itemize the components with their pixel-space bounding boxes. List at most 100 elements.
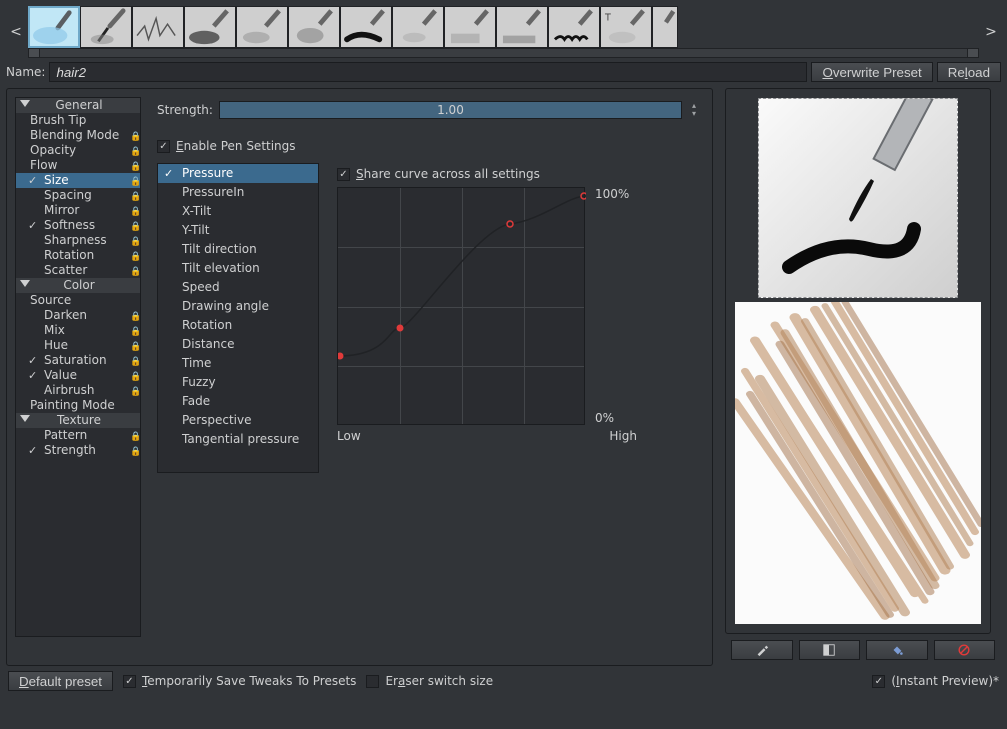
tree-item[interactable]: ✓Saturation🔒 xyxy=(16,353,140,368)
settings-tree[interactable]: GeneralBrush TipBlending Mode🔒Opacity🔒Fl… xyxy=(15,97,141,637)
tree-group-header[interactable]: Texture xyxy=(16,413,140,428)
sensor-item[interactable]: Time xyxy=(158,354,318,373)
strength-slider[interactable]: 1.00 xyxy=(219,101,682,119)
enable-pen-checkbox[interactable]: ✓ Enable Pen Settings xyxy=(157,139,296,153)
brush-thumb[interactable]: T xyxy=(600,6,652,48)
preset-name-input[interactable] xyxy=(49,62,807,82)
brush-thumb[interactable] xyxy=(28,6,80,48)
lock-icon: 🔒 xyxy=(130,175,138,185)
brush-thumb[interactable] xyxy=(288,6,340,48)
share-curve-checkbox[interactable]: ✓ Share curve across all settings xyxy=(337,167,540,181)
curve-xmax: High xyxy=(609,429,637,443)
lock-icon: 🔒 xyxy=(130,145,138,155)
brush-next[interactable]: > xyxy=(983,24,999,40)
tree-item[interactable]: Painting Mode xyxy=(16,398,140,413)
curve-ymin: 0% xyxy=(595,411,629,425)
sensor-item[interactable]: Drawing angle xyxy=(158,297,318,316)
brush-thumb[interactable] xyxy=(496,6,548,48)
lock-icon: 🔒 xyxy=(130,310,138,320)
strength-spinner[interactable]: ▴▾ xyxy=(688,102,700,118)
tree-item[interactable]: Scatter🔒 xyxy=(16,263,140,278)
brush-thumb[interactable] xyxy=(444,6,496,48)
sensor-item[interactable]: Perspective xyxy=(158,411,318,430)
clear-tool-icon[interactable] xyxy=(934,640,996,660)
brush-scrollbar[interactable] xyxy=(28,48,979,58)
lock-icon: 🔒 xyxy=(130,160,138,170)
lock-icon: 🔒 xyxy=(130,250,138,260)
sensor-item[interactable]: Y-Tilt xyxy=(158,221,318,240)
sensor-item[interactable]: Fuzzy xyxy=(158,373,318,392)
brush-thumbnails: T xyxy=(28,6,979,48)
sensor-item[interactable]: PressureIn xyxy=(158,183,318,202)
lock-icon: 🔒 xyxy=(130,205,138,215)
sensor-item[interactable]: Tilt direction xyxy=(158,240,318,259)
sensor-item[interactable]: Tilt elevation xyxy=(158,259,318,278)
instant-preview-checkbox[interactable]: ✓ (Instant Preview)* xyxy=(872,674,999,688)
tree-item[interactable]: Darken🔒 xyxy=(16,308,140,323)
tree-item[interactable]: Spacing🔒 xyxy=(16,188,140,203)
tree-group-header[interactable]: General xyxy=(16,98,140,113)
lock-icon: 🔒 xyxy=(130,340,138,350)
overwrite-preset-button[interactable]: Overwrite Preset xyxy=(811,62,932,82)
tree-item[interactable]: ✓Strength🔒 xyxy=(16,443,140,458)
gradient-tool-icon[interactable] xyxy=(799,640,861,660)
brush-thumb[interactable] xyxy=(340,6,392,48)
temp-save-checkbox[interactable]: ✓ Temporarily Save Tweaks To Presets xyxy=(123,674,356,688)
name-label: Name: xyxy=(6,65,45,79)
lock-icon: 🔒 xyxy=(130,265,138,275)
lock-icon: 🔒 xyxy=(130,385,138,395)
fill-tool-icon[interactable] xyxy=(866,640,928,660)
lock-icon: 🔒 xyxy=(130,130,138,140)
tree-item[interactable]: Flow🔒 xyxy=(16,158,140,173)
tree-item[interactable]: ✓Softness🔒 xyxy=(16,218,140,233)
tree-item[interactable]: Airbrush🔒 xyxy=(16,383,140,398)
sensor-item[interactable]: Speed xyxy=(158,278,318,297)
lock-icon: 🔒 xyxy=(130,445,138,455)
tree-item[interactable]: Sharpness🔒 xyxy=(16,233,140,248)
curve-xmin: Low xyxy=(337,429,361,443)
brush-tool-icon[interactable] xyxy=(731,640,793,660)
lock-icon: 🔒 xyxy=(130,370,138,380)
sensor-item[interactable]: ✓Pressure xyxy=(158,164,318,183)
lock-icon: 🔒 xyxy=(130,355,138,365)
sensor-item[interactable]: Tangential pressure xyxy=(158,430,318,449)
brush-thumb[interactable] xyxy=(548,6,600,48)
reload-button[interactable]: Reload xyxy=(937,62,1001,82)
sensor-item[interactable]: Distance xyxy=(158,335,318,354)
curve-ymax: 100% xyxy=(595,187,629,201)
tree-item[interactable]: Blending Mode🔒 xyxy=(16,128,140,143)
brush-tip-preview xyxy=(758,98,958,298)
tree-item[interactable]: Pattern🔒 xyxy=(16,428,140,443)
tree-item[interactable]: Opacity🔒 xyxy=(16,143,140,158)
sensor-item[interactable]: Rotation xyxy=(158,316,318,335)
tree-item[interactable]: Brush Tip xyxy=(16,113,140,128)
tree-group-header[interactable]: Color xyxy=(16,278,140,293)
lock-icon: 🔒 xyxy=(130,190,138,200)
tree-item[interactable]: Hue🔒 xyxy=(16,338,140,353)
brush-prev[interactable]: < xyxy=(8,24,24,40)
sensor-list[interactable]: ✓PressurePressureInX-TiltY-TiltTilt dire… xyxy=(157,163,319,473)
sensor-item[interactable]: X-Tilt xyxy=(158,202,318,221)
sensor-item[interactable]: Fade xyxy=(158,392,318,411)
lock-icon: 🔒 xyxy=(130,430,138,440)
curve-editor[interactable] xyxy=(337,187,585,425)
brush-thumb[interactable] xyxy=(184,6,236,48)
brush-thumb[interactable] xyxy=(652,6,678,48)
tree-item[interactable]: Mirror🔒 xyxy=(16,203,140,218)
svg-text:T: T xyxy=(604,12,611,23)
tree-item[interactable]: Mix🔒 xyxy=(16,323,140,338)
brush-thumb[interactable] xyxy=(236,6,288,48)
tree-item[interactable]: Rotation🔒 xyxy=(16,248,140,263)
lock-icon: 🔒 xyxy=(130,235,138,245)
stroke-preview xyxy=(735,302,981,624)
tree-item[interactable]: ✓Value🔒 xyxy=(16,368,140,383)
default-preset-button[interactable]: Default preset xyxy=(8,671,113,691)
lock-icon: 🔒 xyxy=(130,220,138,230)
brush-thumb[interactable] xyxy=(80,6,132,48)
eraser-switch-checkbox[interactable]: Eraser switch size xyxy=(366,674,493,688)
tree-item[interactable]: ✓Size🔒 xyxy=(16,173,140,188)
tree-item[interactable]: Source xyxy=(16,293,140,308)
brush-thumb[interactable] xyxy=(392,6,444,48)
brush-thumb[interactable] xyxy=(132,6,184,48)
strength-label: Strength: xyxy=(157,103,213,117)
